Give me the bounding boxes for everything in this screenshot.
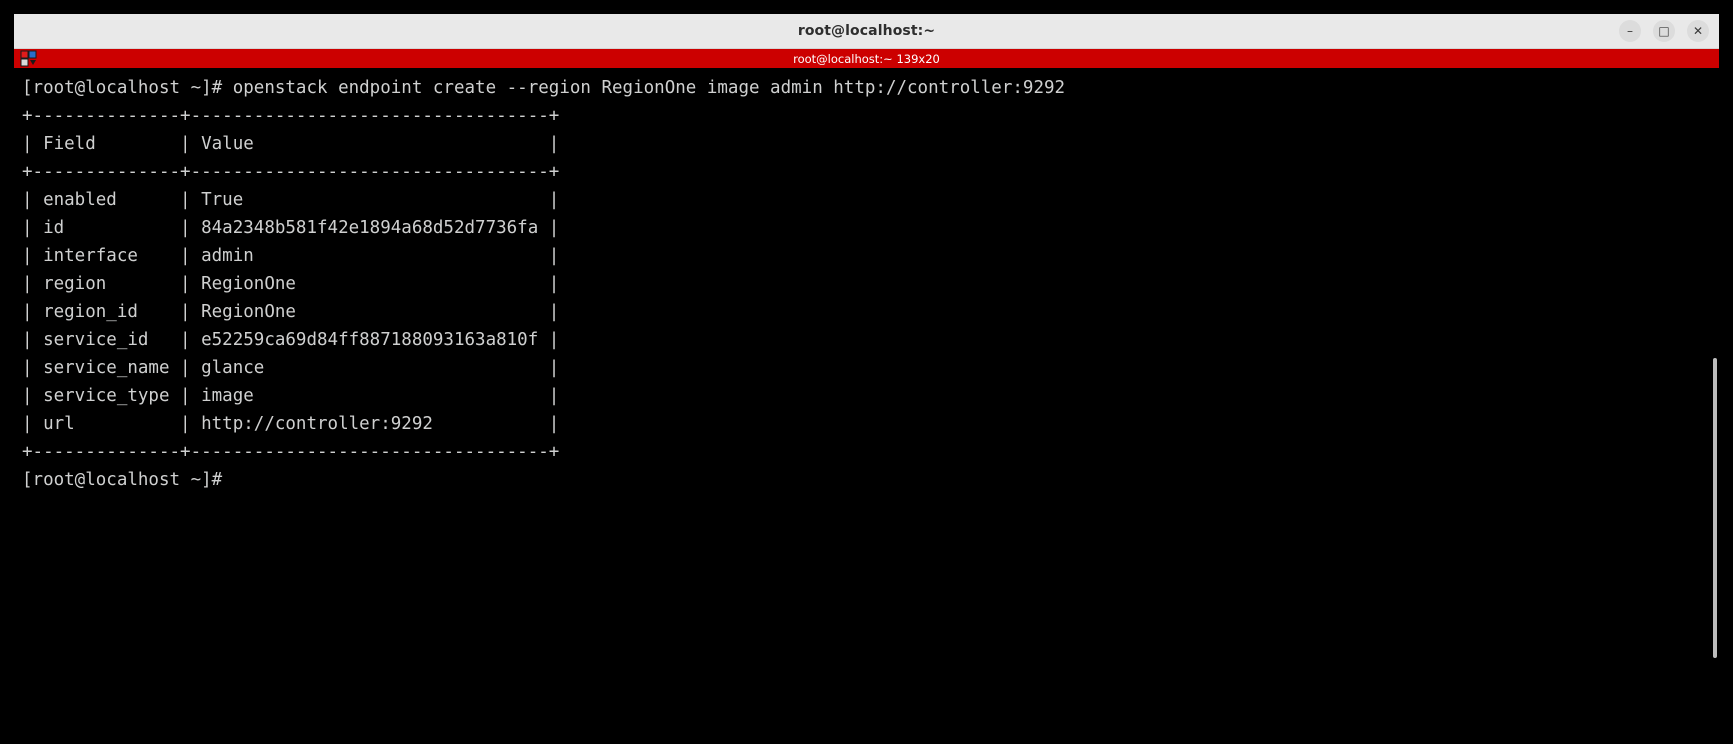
terminal-viewport: [root@localhost ~]# openstack endpoint c… [14, 68, 1719, 674]
terminal-line-row-service-name: | service_name | glance | [22, 358, 560, 378]
terminal-line-row-enabled: | enabled | True | [22, 190, 560, 210]
color-grid-dropdown-icon[interactable] [20, 50, 40, 67]
terminal-line-prompt: [root@localhost ~]# [22, 470, 223, 490]
close-button[interactable]: ✕ [1687, 20, 1709, 42]
maximize-button[interactable]: □ [1653, 20, 1675, 42]
terminal-line-table-header: | Field | Value | [22, 134, 560, 154]
terminal-window: root@localhost:~ – □ ✕ root@localhost:~ … [14, 14, 1719, 674]
window-title: root@localhost:~ [797, 23, 936, 39]
maximize-icon: □ [1658, 24, 1670, 38]
terminal-line-table-bottom-border: +--------------+------------------------… [22, 442, 560, 462]
tab-title[interactable]: root@localhost:~ 139x20 [793, 52, 940, 66]
terminal-line-row-service-id: | service_id | e52259ca69d84ff8871880931… [22, 330, 560, 350]
terminal-line-row-region-id: | region_id | RegionOne | [22, 302, 560, 322]
terminal-line-row-url: | url | http://controller:9292 | [22, 414, 560, 434]
terminal-scrollbar[interactable] [1707, 68, 1719, 674]
terminal-line-command: [root@localhost ~]# openstack endpoint c… [22, 78, 1066, 98]
terminal-line-row-region: | region | RegionOne | [22, 274, 560, 294]
terminal-line-row-id: | id | 84a2348b581f42e1894a68d52d7736fa … [22, 218, 560, 238]
terminal-output[interactable]: [root@localhost ~]# openstack endpoint c… [14, 68, 1707, 674]
window-titlebar[interactable]: root@localhost:~ – □ ✕ [14, 14, 1719, 49]
terminal-tabbar: root@localhost:~ 139x20 [14, 49, 1719, 68]
terminal-scrollbar-thumb[interactable] [1713, 358, 1717, 658]
minimize-button[interactable]: – [1619, 20, 1641, 42]
terminal-line-row-interface: | interface | admin | [22, 246, 560, 266]
close-icon: ✕ [1692, 24, 1704, 38]
window-controls: – □ ✕ [1619, 14, 1709, 48]
minimize-icon: – [1627, 24, 1633, 38]
terminal-line-row-service-type: | service_type | image | [22, 386, 560, 406]
terminal-line-table-top-border: +--------------+------------------------… [22, 106, 560, 126]
terminal-line-table-header-separator: +--------------+------------------------… [22, 162, 560, 182]
